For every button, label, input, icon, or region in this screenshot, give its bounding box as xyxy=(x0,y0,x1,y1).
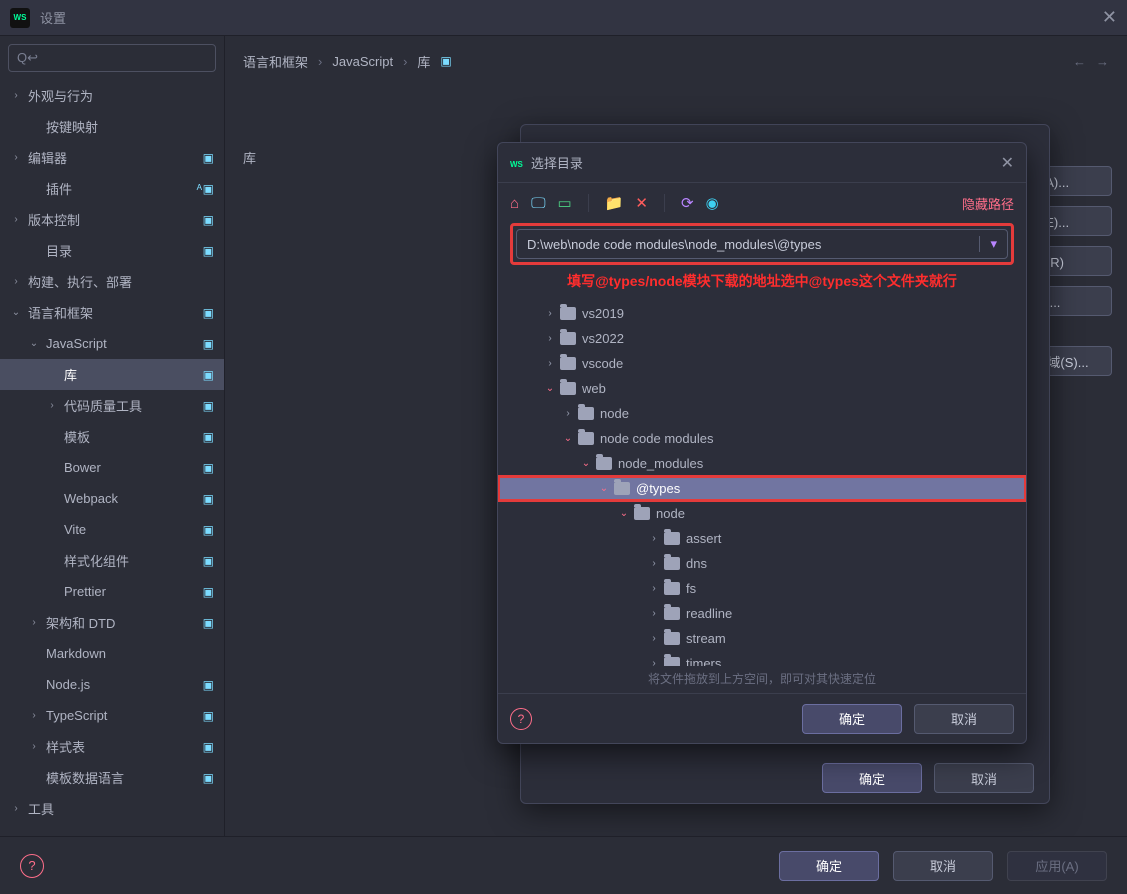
dir-row[interactable]: ⌄@types xyxy=(498,476,1026,501)
search-input[interactable]: Q↩ xyxy=(8,44,216,72)
new-folder-icon[interactable]: 📁 xyxy=(605,194,624,212)
dialog-cancel-button[interactable]: 取消 xyxy=(914,704,1014,734)
home-icon[interactable]: ⌂ xyxy=(510,195,519,212)
sidebar-item[interactable]: ⌄语言和框架▣ xyxy=(0,297,224,328)
main-footer: ? 确定 取消 应用(A) const data = JSON.parse(do… xyxy=(0,836,1127,894)
sidebar-item[interactable]: ›编辑器▣ xyxy=(0,142,224,173)
footer-apply-button: 应用(A) xyxy=(1007,851,1107,881)
settings-sidebar: Q↩ ›外观与行为按键映射›编辑器▣插件ᴬ▣›版本控制▣目录▣›构建、执行、部署… xyxy=(0,36,225,836)
sidebar-item[interactable]: ›样式表▣ xyxy=(0,731,224,762)
footer-cancel-button[interactable]: 取消 xyxy=(893,851,993,881)
dir-row[interactable]: ⌄node code modules xyxy=(498,426,1026,451)
sidebar-item[interactable]: ›TypeScript▣ xyxy=(0,700,224,731)
breadcrumb-b[interactable]: JavaScript xyxy=(332,54,393,69)
dir-row[interactable]: ⌄web xyxy=(498,376,1026,401)
sidebar-item[interactable]: ›版本控制▣ xyxy=(0,204,224,235)
breadcrumb-a[interactable]: 语言和框架 xyxy=(243,52,308,71)
dir-row[interactable]: ›dns xyxy=(498,551,1026,576)
path-highlight-box: D:\web\node code modules\node_modules\@t… xyxy=(510,223,1014,265)
sidebar-item[interactable]: 样式化组件▣ xyxy=(0,545,224,576)
delete-icon[interactable]: ✕ xyxy=(635,194,648,212)
app-logo-small: WS xyxy=(510,155,523,170)
nav-fwd-icon[interactable]: → xyxy=(1096,54,1109,69)
help-icon[interactable]: ? xyxy=(510,708,532,730)
breadcrumb-c: 库 xyxy=(417,52,430,71)
titlebar: WS 设置 ✕ xyxy=(0,0,1127,36)
sidebar-item[interactable]: 模板▣ xyxy=(0,421,224,452)
dialog-close-icon[interactable]: ✕ xyxy=(1001,153,1014,173)
nav-back-icon[interactable]: ← xyxy=(1073,54,1086,69)
dir-row[interactable]: ›vs2019 xyxy=(498,301,1026,326)
close-icon[interactable]: ✕ xyxy=(1102,7,1117,28)
dialog-toolbar: ⌂ 🖵 ▭ 📁 ✕ ⟳ ◉ 隐藏路径 xyxy=(498,183,1026,223)
inner-cancel-button[interactable]: 取消 xyxy=(934,763,1034,793)
footer-ok-button[interactable]: 确定 xyxy=(779,851,879,881)
dir-row[interactable]: ⌄node xyxy=(498,501,1026,526)
path-input[interactable]: D:\web\node code modules\node_modules\@t… xyxy=(516,229,1008,259)
sidebar-item[interactable]: ›构建、执行、部署 xyxy=(0,266,224,297)
settings-tree[interactable]: ›外观与行为按键映射›编辑器▣插件ᴬ▣›版本控制▣目录▣›构建、执行、部署⌄语言… xyxy=(0,80,224,836)
content-area: 语言和框架 › JavaScript › 库 ▣ ← → 库 类型 全局全局全局… xyxy=(225,36,1127,836)
sidebar-item[interactable]: Node.js▣ xyxy=(0,669,224,700)
sidebar-item[interactable]: 按键映射 xyxy=(0,111,224,142)
breadcrumb: 语言和框架 › JavaScript › 库 ▣ ← → xyxy=(225,36,1127,86)
sidebar-item[interactable]: ›外观与行为 xyxy=(0,80,224,111)
app-logo: WS xyxy=(10,8,30,28)
sidebar-item[interactable]: ›代码质量工具▣ xyxy=(0,390,224,421)
directory-tree[interactable]: ›vs2019›vs2022›vscode⌄web›node⌄node code… xyxy=(498,297,1026,666)
sidebar-item[interactable]: Vite▣ xyxy=(0,514,224,545)
override-icon: ▣ xyxy=(440,54,451,68)
dir-row[interactable]: ›vscode xyxy=(498,351,1026,376)
sidebar-item[interactable]: ⌄JavaScript▣ xyxy=(0,328,224,359)
desktop-icon[interactable]: 🖵 xyxy=(531,195,545,212)
dir-row[interactable]: ›readline xyxy=(498,601,1026,626)
drop-hint: 将文件拖放到上方空间，即可对其快速定位 xyxy=(498,670,1026,687)
dir-row[interactable]: ›node xyxy=(498,401,1026,426)
library-label: 库 xyxy=(243,148,256,167)
dialog-ok-button[interactable]: 确定 xyxy=(802,704,902,734)
show-hidden-icon[interactable]: ◉ xyxy=(706,194,719,212)
dir-row[interactable]: ›timers xyxy=(498,651,1026,666)
dir-row[interactable]: ⌄node_modules xyxy=(498,451,1026,476)
sidebar-item[interactable]: 插件ᴬ▣ xyxy=(0,173,224,204)
refresh-icon[interactable]: ⟳ xyxy=(681,194,694,212)
search-icon: Q↩ xyxy=(17,50,38,66)
sidebar-item[interactable]: 目录▣ xyxy=(0,235,224,266)
sidebar-item[interactable]: 库▣ xyxy=(0,359,224,390)
project-icon[interactable]: ▭ xyxy=(558,194,572,212)
dir-row[interactable]: ›vs2022 xyxy=(498,326,1026,351)
annotation-text: 填写@types/node模块下载的地址选中@types这个文件夹就行 xyxy=(510,271,1014,291)
dir-row[interactable]: ›stream xyxy=(498,626,1026,651)
sidebar-item[interactable]: ›工具 xyxy=(0,793,224,824)
dir-row[interactable]: ›fs xyxy=(498,576,1026,601)
dir-row[interactable]: ›assert xyxy=(498,526,1026,551)
inner-ok-button[interactable]: 确定 xyxy=(822,763,922,793)
path-dropdown-icon[interactable]: ▾ xyxy=(979,236,997,252)
sidebar-item[interactable]: 模板数据语言▣ xyxy=(0,762,224,793)
sidebar-item[interactable]: Prettier▣ xyxy=(0,576,224,607)
hide-path-link[interactable]: 隐藏路径 xyxy=(962,194,1014,213)
footer-help-icon[interactable]: ? xyxy=(20,854,44,878)
select-directory-dialog: WS 选择目录 ✕ ⌂ 🖵 ▭ 📁 ✕ ⟳ ◉ 隐藏路径 D:\web\node… xyxy=(497,142,1027,744)
sidebar-item[interactable]: Markdown xyxy=(0,638,224,669)
path-text: D:\web\node code modules\node_modules\@t… xyxy=(527,237,821,252)
sidebar-item[interactable]: ›架构和 DTD▣ xyxy=(0,607,224,638)
window-title: 设置 xyxy=(40,8,66,27)
dialog-title: 选择目录 xyxy=(531,153,583,172)
sidebar-item[interactable]: Webpack▣ xyxy=(0,483,224,514)
sidebar-item[interactable]: Bower▣ xyxy=(0,452,224,483)
